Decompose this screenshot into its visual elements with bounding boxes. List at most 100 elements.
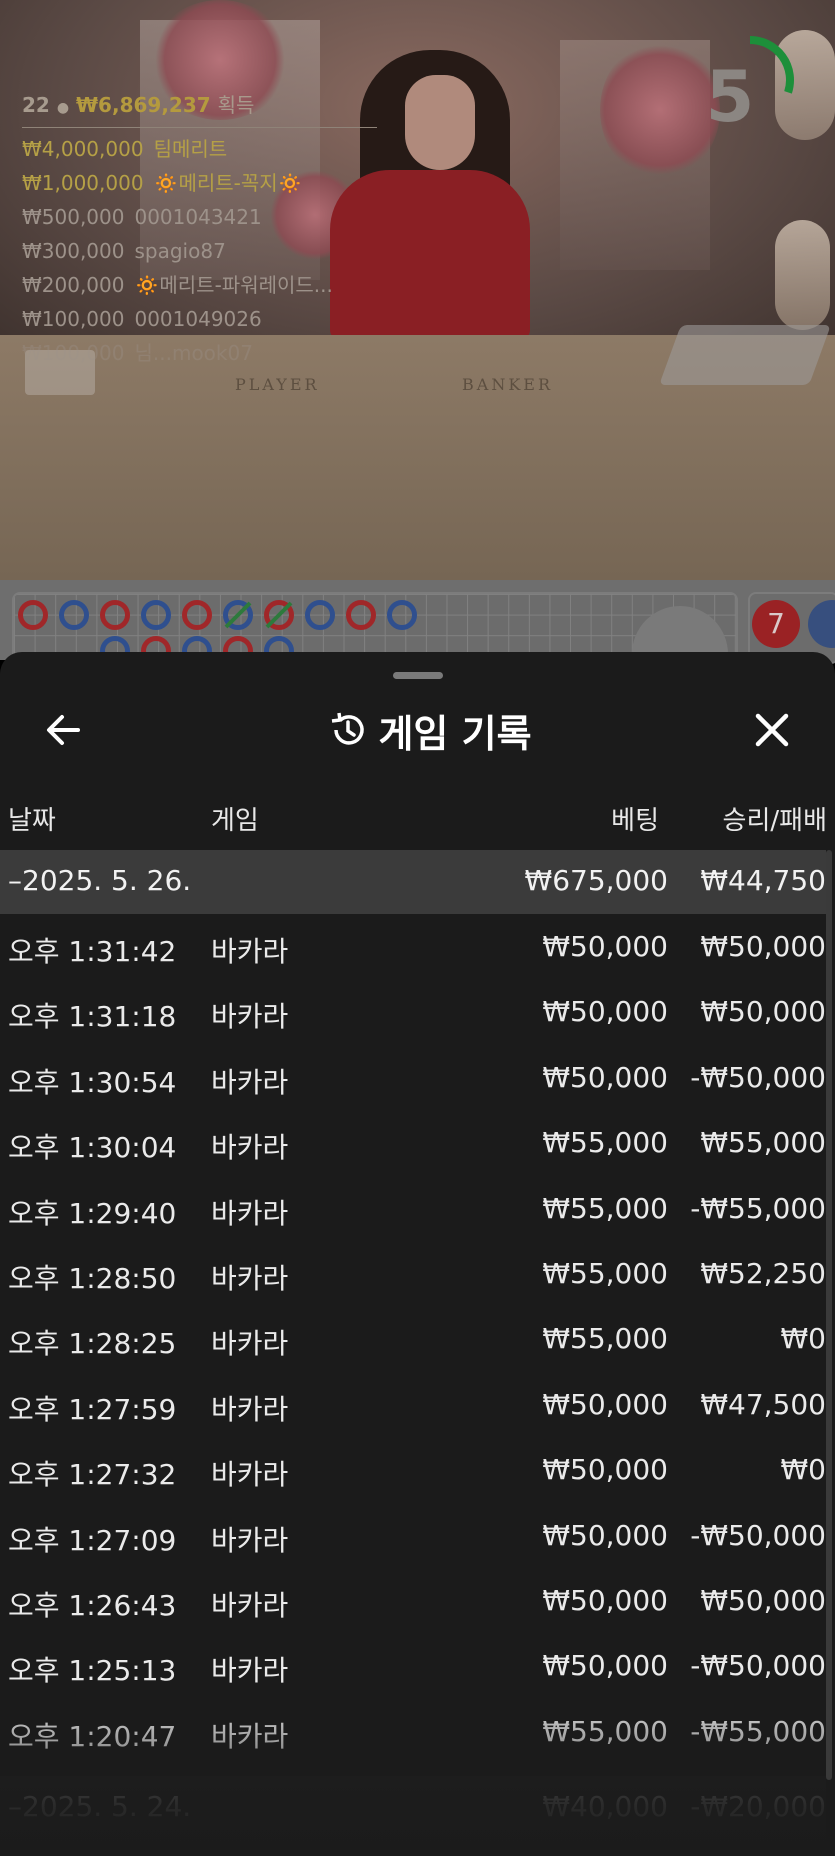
history-row[interactable]: 오후 1:25:13 바카라 ₩50,000 -₩50,000: [0, 1633, 826, 1698]
row-game: 바카라: [211, 1523, 289, 1557]
leaderboard-row: ₩4,000,000 팀메리트: [22, 132, 377, 166]
column-bet: 베팅: [611, 806, 659, 836]
group-win-loss-total: ₩44,750: [700, 864, 826, 897]
banker-bead: [182, 600, 212, 630]
close-button[interactable]: [748, 706, 796, 754]
close-icon: [755, 713, 789, 747]
row-game: 바카라: [211, 935, 289, 968]
group-bet-total: ₩675,000: [524, 864, 668, 897]
row-bet: ₩50,000: [542, 1387, 668, 1421]
row-win-loss: ₩50,000: [700, 995, 826, 1029]
live-video: PLAYER BANKER 22 ● ₩6,869,237 획득 ₩4,000,…: [0, 0, 835, 580]
row-bet: ₩50,000: [542, 1583, 668, 1617]
history-row[interactable]: 오후 1:28:50 바카라 ₩55,000 ₩52,250: [0, 1241, 826, 1306]
game-history-sheet: 게임 기록 날짜 게임 베팅 승리/패배 –2025. 5. 26. ₩675,…: [0, 652, 835, 1856]
row-game: 바카라: [211, 1261, 289, 1295]
player-bead: [387, 600, 417, 630]
history-row[interactable]: 오후 1:26:43 바카라 ₩50,000 ₩50,000: [0, 1568, 826, 1633]
group-date: –2025. 5. 24.: [8, 1790, 192, 1823]
history-row[interactable]: 오후 1:30:54 바카라 ₩50,000 -₩50,000: [0, 1045, 826, 1110]
row-time: 오후 1:30:04: [8, 1131, 177, 1165]
winner-count: 22: [22, 93, 50, 117]
row-bet: ₩55,000: [542, 1322, 668, 1356]
sheet-title: 게임 기록: [300, 700, 560, 760]
scrollbar[interactable]: [826, 850, 832, 1780]
row-win-loss: -₩50,000: [690, 1518, 826, 1552]
row-game: 바카라: [211, 1000, 289, 1034]
row-time: 오후 1:29:40: [8, 1196, 177, 1230]
leaderboard-row: ₩100,000 0001049026: [22, 302, 377, 336]
winning-amount: ₩100,000: [22, 341, 125, 365]
banker-label: BANKER: [462, 375, 553, 394]
row-bet: ₩50,000: [542, 995, 668, 1029]
row-win-loss: ₩47,500: [700, 1387, 826, 1421]
date-group-row[interactable]: –2025. 5. 26. ₩675,000 ₩44,750: [0, 850, 826, 914]
history-row[interactable]: 오후 1:30:04 바카라 ₩55,000 ₩55,000: [0, 1110, 826, 1175]
row-time: 오후 1:27:09: [8, 1523, 177, 1557]
row-bet: ₩50,000: [542, 1518, 668, 1552]
row-game: 바카라: [211, 1065, 289, 1099]
player-name: 🔅메리트-파워레이드...: [134, 273, 333, 297]
winnings-suffix: 획득: [217, 93, 255, 117]
column-date: 날짜: [8, 806, 56, 836]
row-game: 바카라: [211, 1327, 289, 1361]
player-name: 🔅메리트-꼭지🔅: [153, 171, 303, 195]
row-time: 오후 1:31:42: [8, 935, 177, 968]
title-text: 게임 기록: [378, 711, 532, 756]
winning-amount: ₩1,000,000: [22, 171, 144, 195]
row-time: 오후 1:28:25: [8, 1327, 177, 1361]
row-win-loss: ₩0: [780, 1322, 827, 1356]
sheet-drag-handle[interactable]: [393, 672, 443, 679]
row-win-loss: ₩55,000: [700, 1126, 826, 1160]
leaderboard-row: ₩1,000,000 🔅메리트-꼭지🔅: [22, 166, 377, 200]
row-win-loss: ₩50,000: [700, 930, 826, 963]
row-game: 바카라: [211, 1654, 289, 1688]
history-row[interactable]: 오후 1:31:18 바카라 ₩50,000 ₩50,000: [0, 979, 826, 1044]
group-win-loss-total: -₩20,000: [690, 1790, 826, 1823]
row-win-loss: ₩0: [780, 1453, 827, 1487]
lantern: [775, 220, 830, 330]
row-game: 바카라: [211, 1392, 289, 1426]
row-time: 오후 1:27:32: [8, 1458, 177, 1492]
winning-amount: ₩300,000: [22, 239, 125, 263]
player-name: spagio87: [134, 239, 226, 263]
history-row[interactable]: 오후 1:20:47 바카라 ₩55,000 -₩55,000: [0, 1699, 826, 1764]
row-time: 오후 1:30:54: [8, 1065, 177, 1099]
history-row[interactable]: 오후 1:27:32 바카라 ₩50,000 ₩0: [0, 1437, 826, 1502]
row-win-loss: ₩50,000: [700, 1583, 826, 1617]
player-name: 0001043421: [134, 205, 262, 229]
table-header: 날짜 게임 베팅 승리/패배: [0, 800, 835, 836]
row-bet: ₩50,000: [542, 1453, 668, 1487]
card-shoe: [659, 325, 831, 385]
row-time: 오후 1:31:18: [8, 1000, 177, 1034]
arrow-left-icon: [47, 715, 80, 745]
player-name: 님...mook07: [134, 341, 253, 365]
history-row[interactable]: 오후 1:28:25 바카라 ₩55,000 ₩0: [0, 1306, 826, 1371]
banker-bead: [346, 600, 376, 630]
history-row[interactable]: 오후 1:31:42 바카라 ₩50,000 ₩50,000: [0, 914, 826, 979]
history-row[interactable]: 오후 1:29:40 바카라 ₩55,000 -₩55,000: [0, 1176, 826, 1241]
player-bead: [305, 600, 335, 630]
date-group-row[interactable]: –2025. 5. 24. ₩40,000 -₩20,000: [0, 1776, 826, 1846]
row-bet: ₩50,000: [542, 1060, 668, 1094]
back-button[interactable]: [40, 706, 88, 754]
column-game: 게임: [211, 806, 259, 836]
history-row[interactable]: 오후 1:27:59 바카라 ₩50,000 ₩47,500: [0, 1372, 826, 1437]
leaderboard-row: ₩300,000 spagio87: [22, 234, 377, 268]
history-list: 오후 1:31:42 바카라 ₩50,000 ₩50,000 오후 1:31:18 바카라…: [0, 914, 826, 1764]
row-bet: ₩55,000: [542, 1714, 668, 1748]
player-bead: [141, 600, 171, 630]
row-win-loss: -₩55,000: [690, 1714, 826, 1748]
history-row[interactable]: 오후 1:27:09 바카라 ₩50,000 -₩50,000: [0, 1503, 826, 1568]
row-win-loss: ₩52,250: [700, 1256, 826, 1290]
row-time: 오후 1:26:43: [8, 1588, 177, 1622]
history-icon: [332, 712, 365, 745]
total-winnings: ₩6,869,237: [76, 93, 211, 117]
row-time: 오후 1:27:59: [8, 1392, 177, 1426]
row-bet: ₩55,000: [542, 1256, 668, 1290]
player-label: PLAYER: [235, 375, 320, 394]
group-bet-total: ₩40,000: [542, 1790, 668, 1823]
row-game: 바카라: [211, 1131, 289, 1165]
row-time: 오후 1:20:47: [8, 1719, 177, 1753]
row-time: 오후 1:25:13: [8, 1654, 177, 1688]
